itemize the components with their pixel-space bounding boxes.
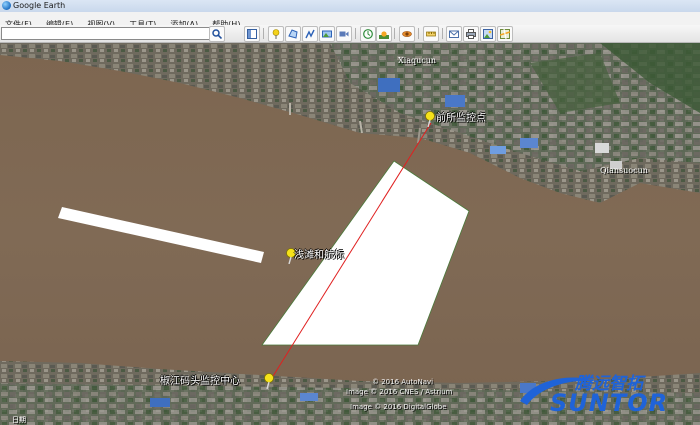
print-button[interactable] xyxy=(463,26,479,42)
search-icon xyxy=(212,29,222,39)
status-bar: 日期 xyxy=(0,414,700,425)
add-polygon-button[interactable] xyxy=(285,26,301,42)
add-path-button[interactable] xyxy=(302,26,318,42)
imagery-credit: Image © 2016 CNES / Astrium xyxy=(346,388,453,396)
logo-text-en: SUNTOR xyxy=(550,389,669,417)
placemark-icon xyxy=(272,29,280,39)
placemark-pin-icon[interactable] xyxy=(262,373,276,389)
save-image-icon xyxy=(483,29,493,39)
place-label-qiansuocun: Qiansuocun xyxy=(600,166,648,175)
switch-planet-button[interactable] xyxy=(399,26,415,42)
sidebar-toggle-button[interactable] xyxy=(244,26,260,42)
image-overlay-icon xyxy=(322,30,332,38)
placemark-label-shoal[interactable]: 浅滩和航标 xyxy=(294,246,344,261)
ruler-icon xyxy=(426,31,436,37)
polygon-icon xyxy=(288,29,298,39)
ruler-button[interactable] xyxy=(423,26,439,42)
placemark-label-qiansuo[interactable]: 前所监控点 xyxy=(436,109,486,124)
record-tour-button[interactable] xyxy=(336,26,352,42)
sidebar-toggle-icon xyxy=(247,29,257,39)
google-maps-button[interactable] xyxy=(497,26,513,42)
search-input[interactable] xyxy=(1,27,212,40)
add-image-overlay-button[interactable] xyxy=(319,26,335,42)
path-icon xyxy=(305,29,315,39)
imagery-credit: Image © 2016 DigitalGlobe xyxy=(350,403,447,411)
historical-imagery-button[interactable] xyxy=(360,26,376,42)
status-date-label: 日期 xyxy=(12,416,26,424)
sunlight-icon xyxy=(379,31,389,39)
search-button[interactable] xyxy=(209,26,225,42)
place-label-xiaqucun: Xiaqucun xyxy=(398,56,437,65)
menu-bar: 文件(F) 编辑(E) 视图(V) 工具(T) 添加(A) 帮助(H) xyxy=(0,12,700,29)
placemark-label-jiaojiang[interactable]: 椒江码头监控中心 xyxy=(160,372,240,387)
imagery-credit: © 2016 AutoNavi xyxy=(372,378,434,386)
maps-icon xyxy=(500,29,510,39)
add-placemark-button[interactable] xyxy=(268,26,284,42)
google-earth-icon xyxy=(2,1,11,10)
email-icon xyxy=(449,30,459,38)
planet-icon xyxy=(402,31,412,37)
record-tour-icon xyxy=(339,31,349,37)
placemark-pin-icon[interactable] xyxy=(423,111,437,127)
print-icon xyxy=(466,29,476,39)
window-title: Google Earth xyxy=(13,1,66,10)
map-viewport[interactable]: 前所监控点 浅滩和航标 椒江码头监控中心 Xiaqucun Qiansuocun… xyxy=(0,43,700,425)
sunlight-button[interactable] xyxy=(376,26,392,42)
save-image-button[interactable] xyxy=(480,26,496,42)
satellite-imagery xyxy=(0,43,700,425)
email-button[interactable] xyxy=(446,26,462,42)
toolbar xyxy=(0,25,700,43)
historical-imagery-icon xyxy=(363,29,373,39)
